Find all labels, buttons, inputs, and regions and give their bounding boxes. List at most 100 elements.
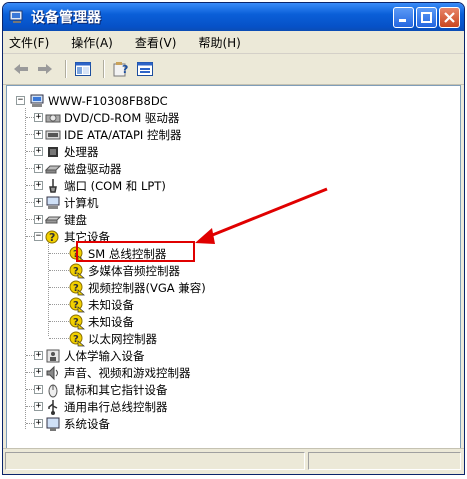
tree-item-keyboard[interactable]: 键盘 [45, 211, 87, 228]
tree-item-multimedia-audio[interactable]: ? 多媒体音频控制器 [69, 262, 180, 279]
keyboard-icon [45, 216, 61, 223]
tree-item-unknown-device[interactable]: ? 未知设备 [69, 296, 134, 313]
unknown-device-icon: ? [45, 230, 59, 244]
tree-item-processor[interactable]: 处理器 [45, 143, 99, 160]
tree-item-label: 通用串行总线控制器 [64, 399, 168, 414]
toolbar-separator [65, 60, 67, 78]
title-bar[interactable]: 设备管理器 [3, 3, 464, 31]
device-manager-icon [9, 10, 23, 23]
tree-item-label: 系统设备 [64, 416, 110, 431]
port-icon [49, 178, 57, 193]
toolbar-separator [103, 60, 105, 78]
sound-icon [46, 365, 58, 380]
expand-toggle[interactable]: + [34, 164, 43, 173]
forward-button[interactable] [35, 59, 55, 79]
tree-item-label: 键盘 [64, 212, 87, 227]
tree-line [49, 287, 71, 288]
tree-item-label: 多媒体音频控制器 [88, 263, 180, 278]
tree-item-video-controller[interactable]: ? 视频控制器(VGA 兼容) [69, 279, 206, 296]
tree-item-label: 未知设备 [88, 314, 134, 329]
tree-item-label: 声音、视频和游戏控制器 [64, 365, 191, 380]
expand-toggle[interactable]: + [34, 419, 43, 428]
status-bar [3, 448, 464, 474]
tree-item-label: DVD/CD-ROM 驱动器 [64, 110, 180, 125]
usb-icon [48, 399, 58, 415]
computer-icon [30, 94, 44, 107]
warning-device-icon: ? [69, 280, 85, 295]
tree-line [49, 338, 71, 339]
tree-item-ethernet-controller[interactable]: ? 以太网控制器 [69, 330, 157, 347]
expand-toggle[interactable]: + [34, 351, 43, 360]
tree-item-usb[interactable]: 通用串行总线控制器 [45, 398, 168, 415]
expand-toggle[interactable]: + [34, 385, 43, 394]
collapse-toggle[interactable]: − [34, 232, 43, 241]
status-cell [308, 452, 461, 470]
expand-toggle[interactable]: + [34, 113, 43, 122]
back-button[interactable] [11, 59, 31, 79]
menu-view[interactable]: 查看(V) [135, 34, 177, 51]
tree-root[interactable]: WWW-F10308FB8DC [29, 92, 168, 109]
expand-toggle[interactable]: + [34, 402, 43, 411]
tree-item-label: 鼠标和其它指针设备 [64, 382, 168, 397]
tree-item-label: 磁盘驱动器 [64, 161, 122, 176]
tree-item-label: 以太网控制器 [88, 331, 157, 346]
root-collapse-toggle[interactable]: − [16, 96, 25, 105]
back-arrow-icon [14, 64, 28, 74]
tree-item-sound[interactable]: 声音、视频和游戏控制器 [45, 364, 191, 381]
maximize-icon [421, 11, 432, 23]
tree-item-label: 端口 (COM 和 LPT) [64, 178, 166, 193]
show-hide-console-tree-button[interactable] [73, 59, 93, 79]
device-tree[interactable]: − WWW-F10308FB8DC + DVD/CD-ROM 驱动器 + IDE… [6, 85, 461, 449]
warning-device-icon: ? [69, 297, 85, 312]
expand-toggle[interactable]: + [34, 147, 43, 156]
cd-drive-icon [45, 114, 61, 122]
expand-toggle[interactable]: + [34, 368, 43, 377]
tree-line [49, 253, 71, 254]
hid-icon [46, 349, 60, 362]
menu-help[interactable]: 帮助(H) [198, 34, 240, 51]
highlight-box [76, 241, 195, 262]
tree-item-dvd[interactable]: DVD/CD-ROM 驱动器 [45, 109, 179, 126]
expand-toggle[interactable]: + [34, 181, 43, 190]
tree-item-disk[interactable]: 磁盘驱动器 [45, 160, 122, 177]
minimize-button[interactable] [393, 6, 414, 28]
tree-item-unknown-device[interactable]: ? 未知设备 [69, 313, 134, 330]
warning-device-icon: ? [69, 263, 85, 278]
toolbar: ? [3, 54, 464, 85]
tree-item-label: IDE ATA/ATAPI 控制器 [64, 127, 182, 142]
close-button[interactable] [439, 6, 460, 28]
tree-item-label: 未知设备 [88, 297, 134, 312]
svg-text:?: ? [122, 63, 128, 76]
tree-item-hid[interactable]: 人体学输入设备 [45, 347, 145, 364]
expand-toggle[interactable]: + [34, 198, 43, 207]
warning-device-icon: ? [69, 314, 85, 329]
minimize-icon [399, 18, 406, 22]
tree-item-system-devices[interactable]: 系统设备 [45, 415, 110, 432]
menu-file[interactable]: 文件(F) [9, 34, 49, 51]
tree-item-computer[interactable]: 计算机 [45, 194, 99, 211]
refresh-view-button[interactable] [135, 59, 155, 79]
menu-action[interactable]: 操作(A) [71, 34, 113, 51]
mouse-icon [48, 384, 58, 397]
tree-item-mouse[interactable]: 鼠标和其它指针设备 [45, 381, 168, 398]
warning-device-icon: ? [69, 331, 85, 346]
tree-root-label: WWW-F10308FB8DC [48, 93, 168, 108]
status-cell [5, 452, 305, 470]
tree-item-ports[interactable]: 端口 (COM 和 LPT) [45, 177, 166, 194]
maximize-button[interactable] [416, 6, 437, 28]
tree-item-label: 人体学输入设备 [64, 348, 145, 363]
tree-item-label: 计算机 [64, 195, 99, 210]
properties-help-icon: ? [113, 62, 128, 77]
tree-item-ide[interactable]: IDE ATA/ATAPI 控制器 [45, 126, 181, 143]
window-title: 设备管理器 [31, 10, 101, 26]
ide-controller-icon [45, 130, 61, 139]
device-manager-window: 设备管理器 文件(F) 操作(A) 查看(V) 帮助(H) ? − WWW-F1… [2, 2, 465, 475]
system-device-icon [46, 417, 60, 431]
expand-toggle[interactable]: + [34, 130, 43, 139]
view-icon [137, 62, 153, 76]
expand-toggle[interactable]: + [34, 215, 43, 224]
disk-drive-icon [45, 165, 61, 173]
close-icon [444, 11, 455, 23]
properties-button[interactable]: ? [111, 59, 131, 79]
tree-line [25, 108, 26, 429]
